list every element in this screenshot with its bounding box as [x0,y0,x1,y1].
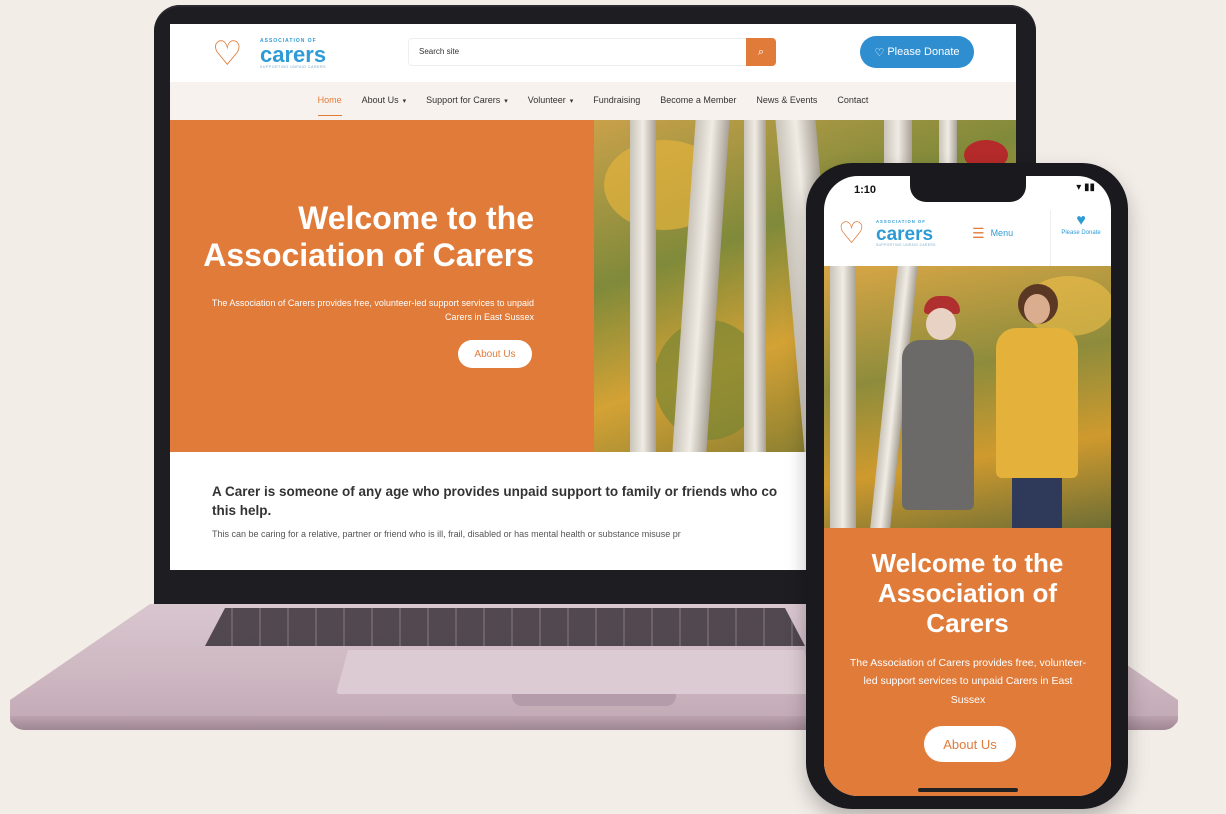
hero-panel: Welcome to the Association of Carers The… [824,528,1111,796]
hero-title: Welcome to the Association of Carers [203,200,534,274]
logo-wordmark: carers [876,223,934,245]
search-input[interactable]: Search site [419,47,459,56]
main-nav: Home About Us ▾ Support for Carers ▾ Volun… [170,82,1016,120]
donate-label: Please Donate [1061,230,1101,236]
search-icon: ⌕ [757,45,765,58]
nav-item-news-events[interactable]: News & Events [756,82,817,120]
heart-hand-icon: ♡ [838,217,865,250]
younger-woman [992,284,1082,528]
laptop-keyboard [205,608,805,646]
donate-button[interactable]: ♥ Please Donate [1050,210,1111,266]
search-bar[interactable]: Search site ⌕ [408,38,776,66]
search-button[interactable]: ⌕ [746,38,776,66]
nav-item-support-for-carers[interactable]: Support for Carers ▾ [426,82,508,120]
donate-label: Please Donate [887,46,960,58]
nav-item-home[interactable]: Home [317,82,342,120]
home-indicator [918,788,1018,792]
heart-icon: ♥ [1076,212,1086,229]
older-woman [896,296,976,528]
hero-subtitle: The Association of Carers provides free,… [849,657,1087,706]
site-header: ♡ ASSOCIATION OF carers SUPPORTING UNPAI… [170,24,1016,80]
phone-notch [910,176,1026,202]
phone-screen: 1:10 ▾ ▮▮ ♡ ASSOCIATION OF carers SUPPOR… [824,176,1111,796]
menu-label: Menu [990,228,1014,238]
nav-item-become-a-member[interactable]: Become a Member [660,82,736,120]
hero-panel: Welcome to the Association of Carers The… [170,120,594,452]
menu-button[interactable]: ☰ Menu [972,226,1013,240]
nav-item-about-us[interactable]: About Us ▾ [362,82,407,120]
site-logo[interactable]: ♡ ASSOCIATION OF carers SUPPORTING UNPAI… [212,34,326,74]
chevron-down-icon: ▾ [504,98,508,105]
chevron-down-icon: ▾ [402,98,407,105]
laptop-notch [512,694,676,706]
intro-text: This can be caring for a relative, partn… [212,529,681,539]
logo-wordmark: carers [260,41,327,67]
chevron-down-icon: ▾ [569,98,574,105]
laptop-touchpad [336,650,816,694]
nav-item-fundraising[interactable]: Fundraising [593,82,640,120]
hero-image [824,266,1111,528]
about-us-button[interactable]: About Us [924,726,1016,762]
nav-item-volunteer[interactable]: Volunteer ▾ [528,82,574,120]
logo-tagline: SUPPORTING UNPAID CARERS [876,242,936,247]
hero-title: Welcome to the Association of Carers [871,548,1064,639]
hamburger-icon: ☰ [972,225,985,241]
about-us-button[interactable]: About Us [458,340,532,368]
donate-button[interactable]: ♡ Please Donate [860,36,974,68]
wifi-battery-icon: ▾ ▮▮ [1076,182,1095,193]
intro-heading: A Carer is someone of any age who provid… [212,484,778,518]
site-logo[interactable]: ♡ ASSOCIATION OF carers SUPPORTING UNPAI… [838,216,936,251]
hero-subtitle: The Association of Carers provides free,… [211,298,534,323]
nav-item-contact[interactable]: Contact [837,82,868,120]
heart-hand-icon: ♡ [212,35,243,73]
heart-icon: ♡ [874,46,885,59]
status-time: 1:10 [854,184,877,196]
logo-tagline: SUPPORTING UNPAID CARERS [260,64,326,69]
